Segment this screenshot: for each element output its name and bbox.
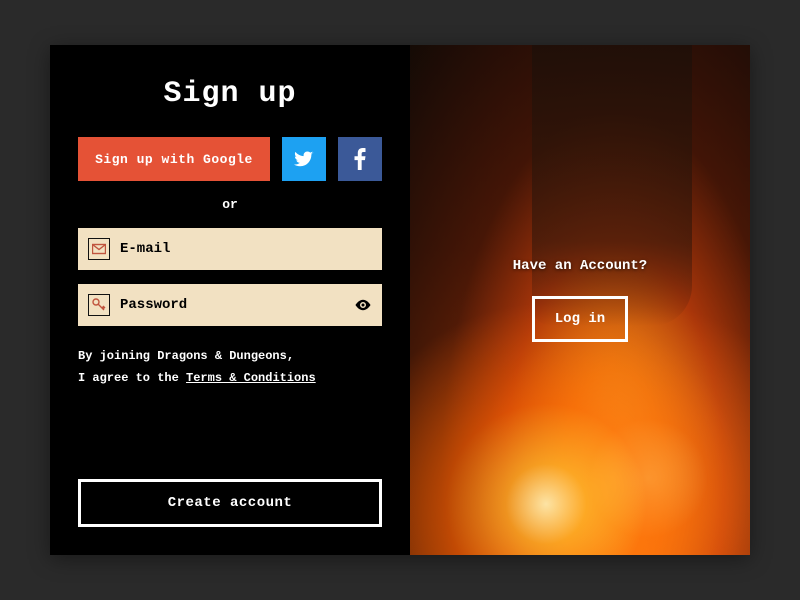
login-panel: Have an Account? Log in	[410, 45, 750, 555]
terms-line1: By joining Dragons & Dungeons,	[78, 349, 294, 363]
google-signup-button[interactable]: Sign up with Google	[78, 137, 270, 181]
password-input[interactable]	[120, 297, 344, 313]
password-field-wrapper	[78, 284, 382, 326]
or-separator: or	[78, 197, 382, 212]
email-field-wrapper	[78, 228, 382, 270]
terms-line2-prefix: I agree to the	[78, 371, 186, 385]
twitter-signup-button[interactable]	[282, 137, 326, 181]
have-account-prompt: Have an Account?	[513, 258, 647, 274]
facebook-icon	[353, 148, 367, 170]
show-password-toggle[interactable]	[354, 296, 372, 314]
terms-link[interactable]: Terms & Conditions	[186, 371, 316, 385]
social-buttons-row: Sign up with Google	[78, 137, 382, 181]
create-account-button[interactable]: Create account	[78, 479, 382, 527]
key-icon	[88, 294, 110, 316]
signup-title: Sign up	[78, 77, 382, 111]
signup-panel: Sign up Sign up with Google or	[50, 45, 410, 555]
eye-icon	[354, 296, 372, 314]
terms-text: By joining Dragons & Dungeons, I agree t…	[78, 346, 382, 389]
facebook-signup-button[interactable]	[338, 137, 382, 181]
email-input[interactable]	[120, 241, 372, 257]
signup-card: Sign up Sign up with Google or	[50, 45, 750, 555]
login-button[interactable]: Log in	[532, 296, 628, 342]
twitter-icon	[294, 149, 314, 169]
mail-icon	[88, 238, 110, 260]
